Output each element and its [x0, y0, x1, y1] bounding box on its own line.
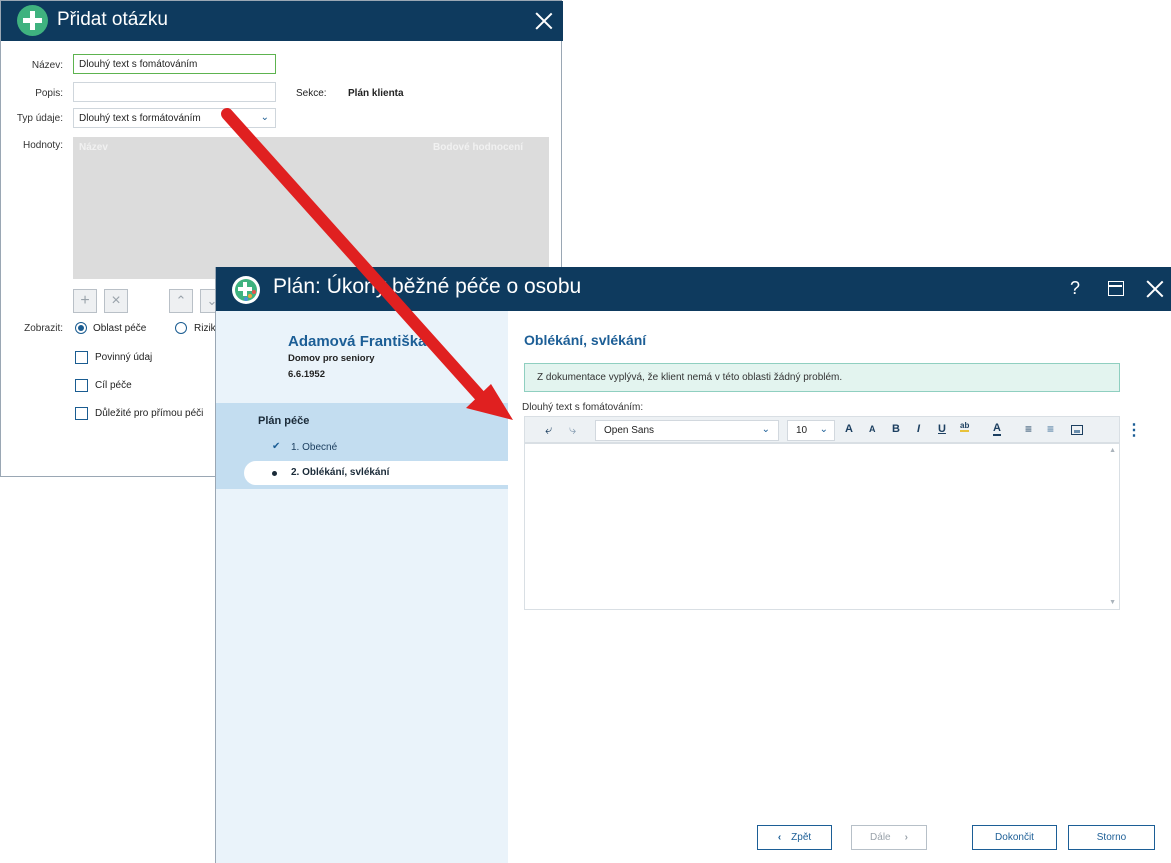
checkbox-povinny-udaj[interactable]	[75, 351, 88, 364]
scroll-down-icon[interactable]: ▼	[1109, 599, 1116, 606]
move-up-button[interactable]: ⌃	[169, 289, 193, 313]
checkbox-dulezite-label: Důležité pro přímou péči	[95, 408, 204, 419]
sidebar: Adamová Františka Domov pro seniory 6.6.…	[216, 311, 508, 863]
description-label: Popis:	[35, 88, 63, 99]
numbered-list-icon[interactable]: ≡	[1047, 422, 1054, 436]
app-logo-icon	[232, 276, 260, 304]
section-title: Oblékání, svlékání	[524, 332, 647, 348]
font-color-icon[interactable]: A	[993, 423, 1001, 436]
bold-button[interactable]: B	[892, 423, 900, 435]
client-name: Adamová Františka	[288, 333, 427, 350]
type-select-value: Dlouhý text s formátováním	[79, 113, 201, 124]
back-button-label: Zpět	[791, 832, 812, 843]
grid-header-name[interactable]: Název	[79, 142, 108, 153]
close-icon[interactable]	[535, 12, 553, 30]
next-button[interactable]: Dále ›	[851, 825, 927, 850]
chevron-left-icon: ‹	[777, 832, 782, 843]
scroll-up-icon[interactable]: ▲	[1109, 447, 1116, 454]
underline-button[interactable]: U	[938, 423, 946, 435]
highlight-icon[interactable]: ab	[960, 421, 970, 432]
checkbox-cil-pece-label: Cíl péče	[95, 380, 132, 391]
finish-button[interactable]: Dokončit	[972, 825, 1057, 850]
next-button-label: Dále	[870, 832, 891, 843]
chevron-down-icon: ⌄	[260, 112, 269, 123]
dialog-titlebar: Přidat otázku	[1, 1, 563, 41]
type-label: Typ údaje:	[16, 113, 63, 124]
help-icon[interactable]: ?	[1070, 278, 1080, 299]
section-label: Sekce:	[296, 88, 327, 99]
bullet-icon	[272, 471, 277, 476]
info-box: Z dokumentace vyplývá, že klient nemá v …	[524, 363, 1120, 392]
checkmark-icon: ✔	[272, 441, 281, 452]
rich-text-toolbar: ⤶ ⤷ Open Sans ⌄ 10 ⌄ A A B I U ab A ≡ ≡	[524, 416, 1120, 443]
step-item-oblekani-active[interactable]: 2. Oblékání, svlékání	[244, 461, 508, 485]
step-item-label: 2. Oblékání, svlékání	[291, 467, 390, 478]
italic-button[interactable]: I	[917, 423, 920, 435]
cancel-button[interactable]: Storno	[1068, 825, 1155, 850]
care-plan-dialog: Plán: Úkony běžné péče o osobu ? Adamová…	[215, 267, 1171, 863]
rich-text-editor[interactable]: ▲ ▼	[524, 443, 1120, 610]
values-grid[interactable]: Název Bodové hodnocení	[73, 137, 549, 279]
shrink-font-button[interactable]: A	[869, 424, 876, 434]
values-label: Hodnoty:	[22, 140, 63, 151]
remove-value-button[interactable]: ×	[104, 289, 128, 313]
checkbox-dulezite[interactable]	[75, 407, 88, 420]
section-value: Plán klienta	[348, 88, 404, 99]
name-input[interactable]: Dlouhý text s fomátováním	[73, 54, 276, 74]
chevron-right-icon: ›	[904, 832, 908, 843]
client-facility: Domov pro seniory	[288, 353, 375, 364]
bullet-list-icon[interactable]: ≡	[1025, 422, 1032, 436]
checkbox-povinny-udaj-label: Povinný údaj	[95, 352, 153, 363]
checkbox-cil-pece[interactable]	[75, 379, 88, 392]
plus-circle-icon	[17, 5, 48, 36]
radio-oblast-pece[interactable]	[75, 322, 87, 334]
font-size-value: 10	[796, 425, 808, 436]
radio-oblast-pece-label: Oblast péče	[93, 323, 147, 334]
name-label: Název:	[31, 60, 63, 71]
add-value-button[interactable]: +	[73, 289, 97, 313]
chevron-down-icon: ⌄	[761, 424, 770, 435]
dialog-title: Přidat otázku	[57, 9, 168, 30]
step-item-obecne[interactable]: 1. Obecné	[291, 442, 337, 453]
image-icon[interactable]	[1071, 425, 1083, 435]
chevron-down-icon: ⌄	[819, 424, 828, 435]
show-label: Zobrazit:	[24, 323, 63, 334]
redo-icon[interactable]: ⤷	[569, 422, 576, 438]
client-dob: 6.6.1952	[288, 369, 325, 380]
description-input[interactable]	[73, 82, 276, 102]
radio-riziko[interactable]	[175, 322, 187, 334]
plan-steps-panel: Plán péče ✔ 1. Obecné 2. Oblékání, svlék…	[216, 403, 508, 489]
grow-font-button[interactable]: A	[845, 423, 853, 435]
font-family-value: Open Sans	[604, 425, 655, 436]
more-options-icon[interactable]: ⋮	[1126, 420, 1142, 440]
font-size-select[interactable]: 10 ⌄	[787, 420, 835, 441]
type-select[interactable]: Dlouhý text s formátováním ⌄	[73, 108, 276, 128]
undo-icon[interactable]: ⤶	[545, 422, 552, 438]
dialog-titlebar: Plán: Úkony běžné péče o osobu ?	[216, 267, 1171, 311]
maximize-icon[interactable]	[1108, 281, 1124, 296]
dialog-title: Plán: Úkony běžné péče o osobu	[273, 275, 582, 298]
close-icon[interactable]	[1146, 280, 1164, 298]
grid-header-score[interactable]: Bodové hodnocení	[433, 142, 523, 153]
plan-title: Plán péče	[258, 415, 310, 427]
back-button[interactable]: ‹ Zpět	[757, 825, 832, 850]
field-label: Dlouhý text s fomátováním:	[522, 402, 644, 413]
font-family-select[interactable]: Open Sans ⌄	[595, 420, 779, 441]
